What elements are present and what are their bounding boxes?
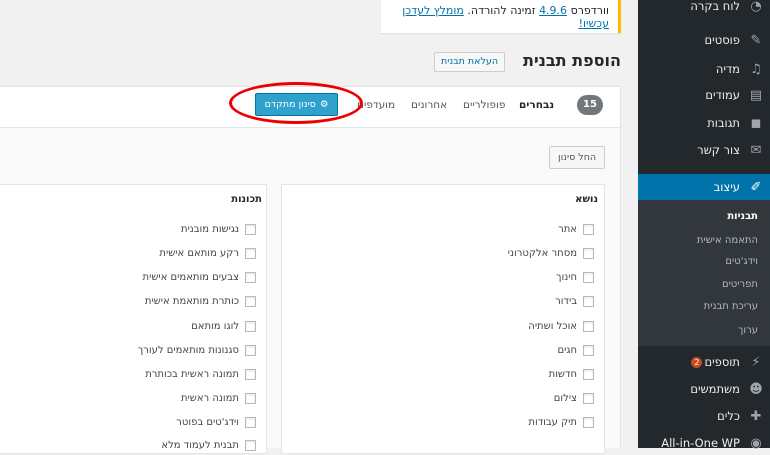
plug-icon: ⚡: [751, 354, 761, 370]
admin-sidebar: ◔ לוח בקרה ✎ פוסטים ♫ מדיה ▤ עמודים ◼ תג…: [630, 0, 770, 451]
checkbox[interactable]: [245, 345, 256, 356]
pages-icon: ▤: [749, 87, 763, 103]
checkbox[interactable]: [583, 417, 594, 428]
checkbox-row[interactable]: חדשות: [549, 369, 594, 380]
appearance-submenu: תבניות התאמה אישית וידג'טים תפריטים עריכ…: [638, 200, 770, 346]
submenu-widgets[interactable]: וידג'טים: [725, 256, 758, 267]
media-icon: ♫: [750, 61, 762, 77]
checkbox[interactable]: [583, 393, 594, 404]
checkbox[interactable]: [245, 248, 256, 259]
submenu-edit[interactable]: ערוך: [738, 325, 758, 336]
comment-icon: ◼: [750, 115, 762, 131]
checkbox[interactable]: [583, 369, 594, 380]
brush-icon: ✐: [750, 179, 762, 195]
menu-posts[interactable]: ✎ פוסטים: [638, 28, 770, 52]
wrench-icon: ✚: [750, 408, 762, 424]
checkbox-row[interactable]: רקע מותאם אישית: [159, 248, 256, 259]
checkbox[interactable]: [245, 393, 256, 404]
checkbox[interactable]: [245, 224, 256, 235]
upload-theme-button[interactable]: העלאת תבנית: [434, 52, 506, 72]
gear-icon: ⚙: [319, 99, 329, 110]
checkbox[interactable]: [245, 296, 256, 307]
checkbox-row[interactable]: תמונה ראשית בכותרת: [145, 369, 256, 380]
checkbox-row[interactable]: לוגו מותאם: [191, 321, 256, 332]
update-nag-text: וורדפרס 4.9.6 זמינה להורדה. מומלץ לעדכן …: [402, 3, 609, 30]
features-heading: תכונות: [231, 194, 262, 205]
menu-tools[interactable]: ✚ כלים: [638, 404, 770, 428]
tab-latest[interactable]: אחרונים: [411, 99, 447, 111]
menu-pages[interactable]: ▤ עמודים: [638, 83, 770, 107]
checkbox[interactable]: [583, 224, 594, 235]
submenu-theme-editor[interactable]: עריכת תבנית: [704, 301, 758, 312]
active-arrow: [630, 179, 638, 195]
checkbox-row[interactable]: צבעים מותאמים אישית: [143, 272, 256, 283]
checkbox[interactable]: [245, 321, 256, 332]
checkbox[interactable]: [583, 296, 594, 307]
checkbox-row[interactable]: חינוך: [556, 272, 594, 283]
menu-appearance[interactable]: ✐ עיצוב: [630, 174, 770, 200]
checkbox-row[interactable]: כותרת מותאמת אישית: [145, 296, 256, 307]
pin-icon: ✎: [750, 32, 762, 48]
advanced-filter-button[interactable]: ⚙ סינון מתקדם: [255, 93, 338, 116]
checkbox[interactable]: [583, 248, 594, 259]
update-nag: וורדפרס 4.9.6 זמינה להורדה. מומלץ לעדכן …: [381, 0, 621, 33]
checkbox-row[interactable]: אוכל ושתיה: [528, 321, 594, 332]
version-link[interactable]: 4.9.6: [539, 4, 567, 17]
submenu-customize[interactable]: התאמה אישית: [697, 235, 758, 246]
subject-heading: נושא: [575, 194, 598, 205]
theme-count-badge: 15: [577, 95, 603, 115]
checkbox-row[interactable]: תבנית לעמוד מלא: [161, 440, 256, 451]
checkbox[interactable]: [583, 321, 594, 332]
menu-users[interactable]: ☻ משתמשים: [638, 377, 770, 401]
tab-popular[interactable]: פופולריים: [463, 99, 505, 111]
tab-featured[interactable]: נבחרים: [519, 99, 554, 111]
checkbox-row[interactable]: וידג'טים בפוטר: [176, 417, 256, 428]
submenu-menus[interactable]: תפריטים: [722, 279, 758, 290]
checkbox-row[interactable]: אתר: [558, 224, 594, 235]
aioseo-icon: ◉: [750, 435, 762, 451]
tab-favorites[interactable]: מועדפים: [357, 99, 395, 111]
page-title: הוספת תבנית: [523, 51, 621, 70]
checkbox[interactable]: [583, 272, 594, 283]
subject-column: [281, 184, 605, 454]
menu-dashboard[interactable]: ◔ לוח בקרה: [638, 0, 770, 18]
checkbox[interactable]: [583, 345, 594, 356]
menu-contact[interactable]: ✉ צור קשר: [638, 138, 770, 162]
checkbox[interactable]: [245, 417, 256, 428]
menu-aioseo[interactable]: ◉ All-in-One WP: [638, 431, 770, 455]
checkbox[interactable]: [245, 272, 256, 283]
checkbox-row[interactable]: תמונה ראשית: [181, 393, 256, 404]
checkbox-row[interactable]: מסחר אלקטרוני: [508, 248, 594, 259]
checkbox-row[interactable]: צילום: [554, 393, 594, 404]
menu-plugins[interactable]: ⚡ תוספים 2: [638, 350, 770, 374]
checkbox-row[interactable]: חגים: [557, 345, 594, 356]
checkbox-row[interactable]: תיק עבודות: [528, 417, 594, 428]
checkbox[interactable]: [245, 440, 256, 451]
apply-filter-button[interactable]: החל סינון: [549, 146, 606, 169]
users-icon: ☻: [749, 381, 763, 397]
checkbox-row[interactable]: בידור: [555, 296, 594, 307]
dashboard-icon: ◔: [750, 0, 762, 14]
envelope-icon: ✉: [750, 142, 762, 158]
checkbox-row[interactable]: סגנונות מותאמים לעורך: [138, 345, 256, 356]
checkbox[interactable]: [245, 369, 256, 380]
menu-media[interactable]: ♫ מדיה: [638, 57, 770, 81]
plugins-update-badge: 2: [691, 356, 703, 368]
menu-comments[interactable]: ◼ תגובות: [638, 111, 770, 135]
checkbox-row[interactable]: נגישות מובנית: [181, 224, 256, 235]
submenu-themes[interactable]: תבניות: [727, 211, 758, 222]
